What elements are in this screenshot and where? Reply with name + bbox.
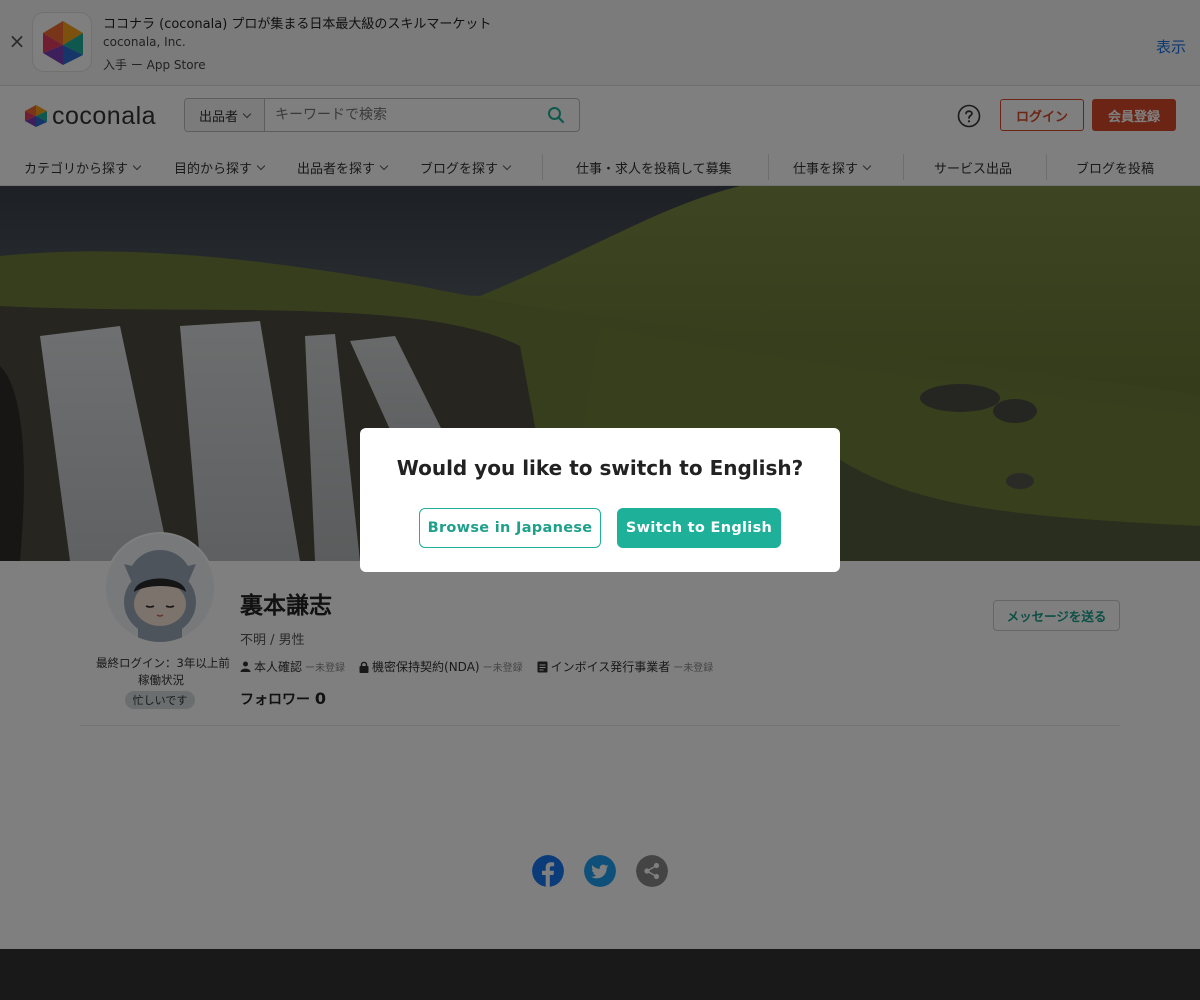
switch-english-button[interactable]: Switch to English xyxy=(617,508,781,548)
language-switch-modal: Would you like to switch to English? Bro… xyxy=(360,428,840,572)
browse-japanese-button[interactable]: Browse in Japanese xyxy=(419,508,601,548)
modal-title: Would you like to switch to English? xyxy=(396,456,804,480)
